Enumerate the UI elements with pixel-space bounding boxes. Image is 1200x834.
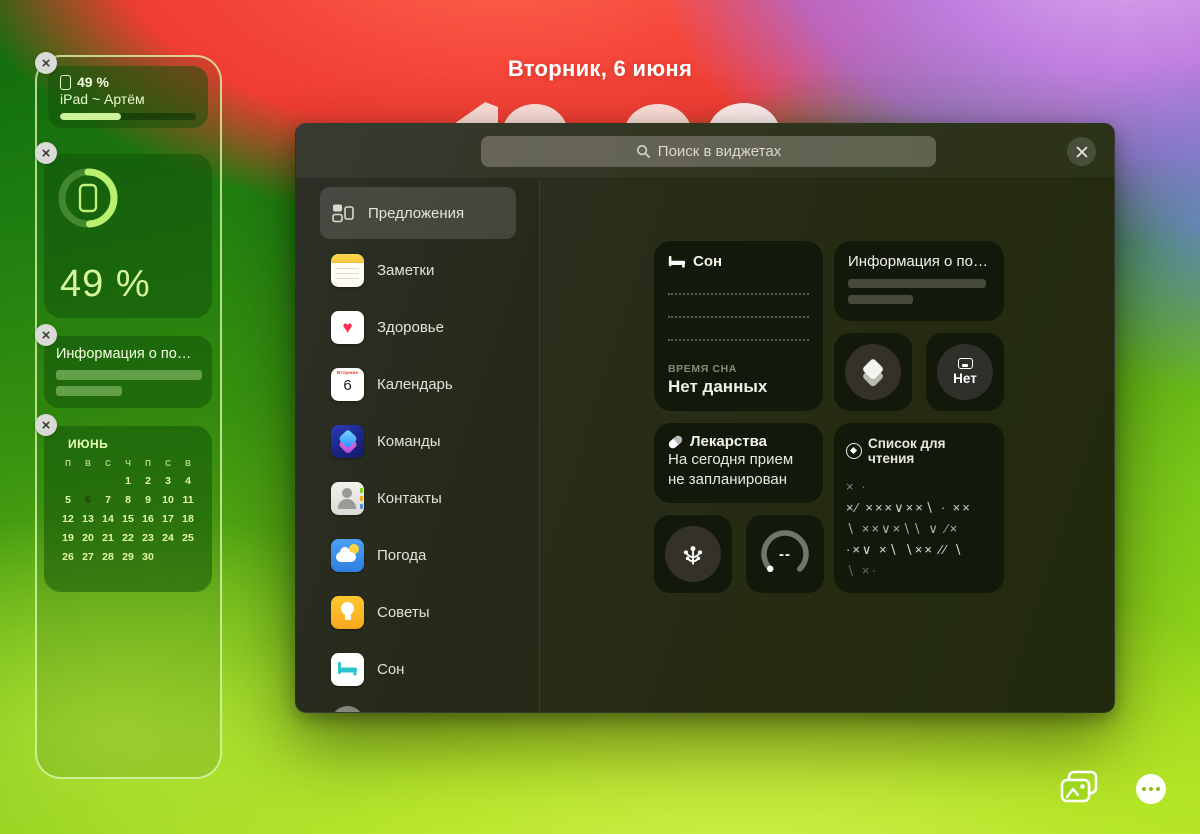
shortcuts-app-icon (331, 424, 364, 458)
battery-ring-widget[interactable]: 49 % (44, 154, 212, 318)
battery-percent-large: 49 % (60, 263, 151, 305)
skeleton-bar (848, 279, 986, 288)
battery-progress-track (60, 113, 196, 120)
search-input[interactable]: Поиск в виджетах (481, 136, 936, 167)
redacted-text: × · ×∕ ×××∨××∖ · ×× ∖ ××∨×∖∖ ∨ ∕× ·×∨ ×∖… (846, 479, 972, 578)
safari-compass-icon (846, 443, 862, 459)
battery-bar-widget[interactable]: 49 % iPad ~ Артём (48, 66, 208, 128)
photos-icon (1060, 770, 1098, 803)
health-app-icon: ♥ (331, 310, 364, 344)
battery-percent: 49 % (77, 74, 109, 90)
search-icon (636, 144, 650, 158)
sidebar-item-health[interactable]: ♥ Здоровье (320, 301, 516, 353)
skeleton-bar (56, 370, 202, 380)
sleep-value: Нет данных (668, 377, 768, 396)
shortcuts-widget-preview[interactable] (834, 333, 912, 411)
sidebar-item-tips[interactable]: Советы (320, 586, 516, 638)
battery-widget-preview[interactable]: Нет (926, 333, 1004, 411)
dotted-line (668, 316, 809, 318)
divider (539, 179, 540, 712)
remove-widget-button[interactable]: × (35, 52, 57, 74)
widget-gallery-panel: Поиск в виджетах Предложения Заметки ♥ З… (295, 123, 1115, 713)
sleep-app-icon (331, 652, 364, 686)
info-widget-title: Информация о по… (848, 253, 988, 270)
battery-progress-fill (60, 113, 122, 120)
gauge-value: -- (779, 545, 791, 563)
info-widget-title: Информация о по… (56, 346, 192, 362)
medications-line2: не запланирован (668, 471, 788, 488)
reading-list-title: Список для чтения (868, 436, 946, 466)
weather-app-icon (331, 538, 364, 572)
category-sidebar: Предложения Заметки ♥ Здоровье Вторник 6… (320, 187, 516, 700)
sidebar-item-suggestions[interactable]: Предложения (320, 187, 516, 239)
clock-digit (502, 104, 568, 123)
device-icon (957, 358, 973, 369)
remove-widget-button[interactable]: × (35, 324, 57, 346)
shortcuts-tile-circle (845, 344, 901, 400)
sidebar-item-contacts[interactable]: Контакты (320, 472, 516, 524)
calendar-month: июнь (68, 437, 109, 451)
wallpaper-photos-button[interactable] (1058, 769, 1100, 807)
close-button[interactable] (1067, 137, 1096, 166)
ipad-icon (60, 74, 71, 90)
close-icon (1076, 146, 1087, 157)
device-name: iPad ~ Артём (60, 91, 145, 107)
more-options-button[interactable] (1136, 774, 1166, 804)
bed-icon (338, 662, 357, 676)
sleep-caption: ВРЕМЯ СНА (668, 363, 737, 375)
sleep-widget-preview[interactable]: Сон ВРЕМЯ СНА Нет данных (654, 241, 823, 411)
dotted-line (668, 339, 809, 341)
lock-clock-digits (428, 95, 800, 123)
contacts-app-icon (331, 481, 364, 515)
battery-ring-icon (58, 168, 118, 228)
dotted-line (668, 293, 809, 295)
branch-icon (683, 546, 703, 565)
calendar-app-icon: Вторник 6 (331, 367, 364, 401)
clock-digit (624, 104, 692, 123)
info-widget-preview[interactable]: Информация о по… (834, 241, 1004, 321)
remove-widget-button[interactable]: × (35, 414, 57, 436)
search-placeholder: Поиск в виджетах (657, 143, 782, 160)
widgets-grid-icon (332, 204, 354, 223)
skeleton-bar (56, 386, 122, 396)
reading-list-widget-preview[interactable]: Список для чтения × · ×∕ ×××∨××∖ · ×× ∖ … (834, 423, 1004, 593)
sidebar-item-shortcuts[interactable]: Команды (320, 415, 516, 467)
info-widget[interactable]: Информация о по… (44, 336, 212, 408)
calendar-widget[interactable]: июнь ПВСЧПСВ 1234 5 6 7 8 9 10 11 12 13 14 15 16 17… (44, 426, 212, 592)
clock-digit (434, 102, 498, 123)
sidebar-item-calendar[interactable]: Вторник 6 Календарь (320, 358, 516, 410)
bed-icon (668, 255, 686, 268)
medications-widget-preview[interactable]: Лекарства На сегодня прием не запланиров… (654, 423, 823, 503)
medications-title: Лекарства (690, 433, 767, 450)
clock-digit (708, 103, 780, 123)
remove-widget-button[interactable]: × (35, 142, 57, 164)
branch-widget-preview[interactable] (654, 515, 732, 593)
skeleton-bar (848, 295, 913, 304)
desktop: Вторник, 6 июня × 49 % iPad ~ Артём × 49… (0, 0, 1200, 834)
gauge-widget-preview[interactable]: -- (746, 515, 824, 593)
sidebar-item-sleep[interactable]: Сон (320, 643, 516, 695)
sidebar-item-weather[interactable]: Погода (320, 529, 516, 581)
tips-app-icon (331, 595, 364, 629)
calendar-weekday-row: ПВСЧПСВ (65, 459, 191, 468)
sidebar-item-notes[interactable]: Заметки (320, 244, 516, 296)
sleep-widget-title: Сон (693, 253, 723, 270)
notes-app-icon (331, 253, 364, 287)
pill-icon (667, 433, 684, 450)
battery-none-label: Нет (953, 371, 977, 386)
medications-line1: На сегодня прием (668, 451, 794, 468)
calendar-grid: 1234 5 6 7 8 9 10 11 12 13 14 15 16 17 18 19 20 21 22 23… (62, 474, 194, 563)
calendar-selected-day: 6 (78, 490, 98, 509)
ellipsis-icon (1141, 786, 1147, 792)
